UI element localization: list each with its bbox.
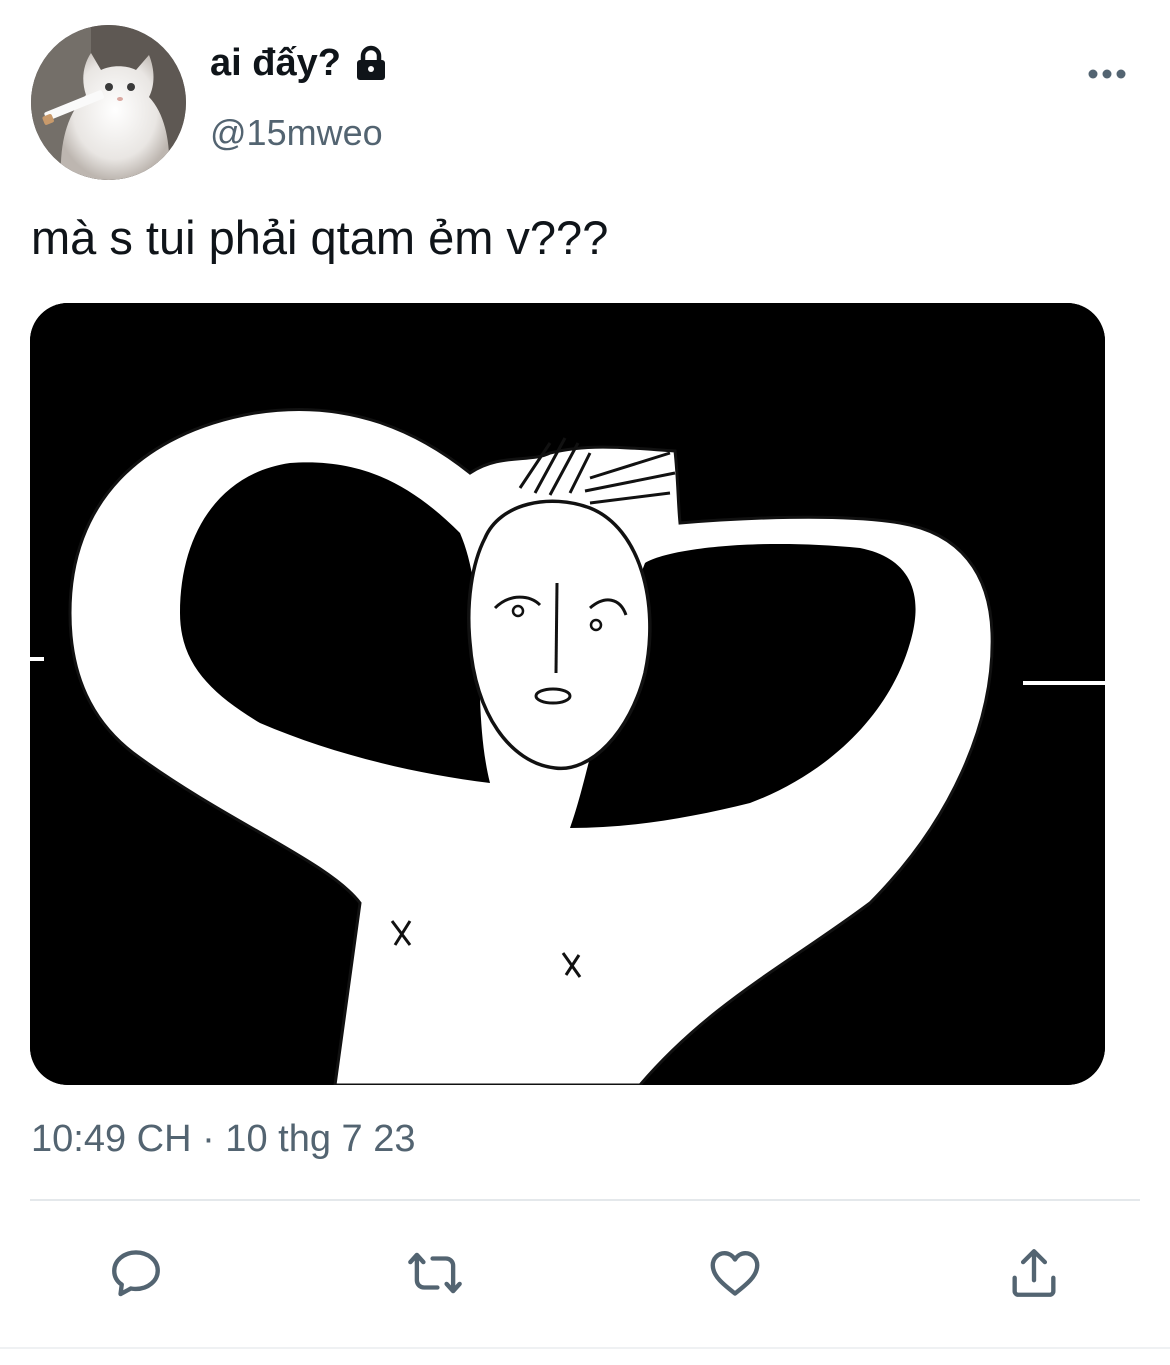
more-button[interactable] bbox=[1080, 56, 1134, 92]
share-button[interactable] bbox=[1001, 1240, 1067, 1306]
like-button[interactable] bbox=[702, 1240, 768, 1306]
handle[interactable]: @15mweo bbox=[210, 112, 383, 154]
avatar[interactable] bbox=[31, 25, 186, 180]
display-name[interactable]: ai đấy? bbox=[210, 42, 341, 85]
timestamp[interactable]: 10:49 CH · 10 thg 7 23 bbox=[31, 1118, 415, 1161]
heart-icon bbox=[710, 1251, 760, 1296]
media-drawing bbox=[30, 303, 1105, 1085]
divider-bottom bbox=[0, 1347, 1170, 1349]
tweet-media-image[interactable] bbox=[30, 303, 1105, 1085]
retweet-icon bbox=[408, 1252, 462, 1294]
retweet-button[interactable] bbox=[402, 1240, 468, 1306]
more-horizontal-icon bbox=[1088, 69, 1126, 79]
lock-icon bbox=[351, 44, 391, 84]
display-name-row[interactable]: ai đấy? bbox=[210, 42, 391, 85]
reply-button[interactable] bbox=[103, 1240, 169, 1306]
reply-icon bbox=[112, 1250, 160, 1297]
share-icon bbox=[1012, 1249, 1056, 1297]
tweet-text: mà s tui phải qtam ẻm v??? bbox=[31, 211, 609, 264]
avatar-cat-image bbox=[31, 25, 186, 180]
divider bbox=[30, 1199, 1140, 1201]
